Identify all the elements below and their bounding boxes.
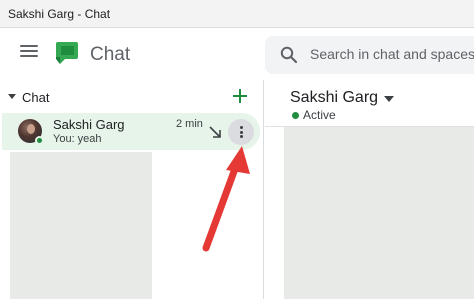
chat-section-header[interactable]: Chat — [0, 85, 264, 111]
menu-bar — [20, 50, 38, 52]
chat-item-preview: You: yeah — [53, 133, 102, 145]
chat-logo-icon — [56, 42, 78, 64]
conversation-title[interactable]: Sakshi Garg — [290, 89, 378, 107]
menu-bar — [20, 45, 38, 47]
window-titlebar: Sakshi Garg - Chat — [0, 0, 474, 28]
more-dot — [239, 135, 243, 138]
app-header: Chat — [0, 28, 474, 80]
conversation-status: Active — [303, 108, 336, 122]
chat-list-panel: Chat Sakshi Garg You: yeah 2 min — [0, 80, 264, 299]
search-box[interactable] — [265, 36, 474, 74]
conversation-panel: Sakshi Garg Active — [265, 80, 474, 299]
online-status-dot — [35, 136, 44, 145]
more-options-button[interactable] — [228, 119, 254, 145]
search-input[interactable] — [310, 46, 474, 62]
message-area-placeholder — [284, 127, 474, 299]
search-icon — [280, 46, 298, 64]
more-dot — [239, 130, 243, 134]
conversation-menu-caret-icon[interactable] — [384, 96, 394, 102]
menu-bar — [20, 55, 38, 57]
active-status-dot — [292, 112, 299, 119]
add-chat-icon[interactable] — [231, 87, 249, 105]
content-placeholder — [10, 152, 152, 299]
open-in-popup-icon[interactable] — [208, 125, 222, 139]
chat-section-label: Chat — [22, 90, 50, 105]
chat-list-item[interactable]: Sakshi Garg You: yeah 2 min — [2, 113, 260, 150]
avatar-face — [27, 124, 35, 134]
caret-down-icon — [8, 94, 16, 99]
app-name: Chat — [90, 44, 131, 65]
window-title: Sakshi Garg - Chat — [8, 7, 111, 21]
chat-item-time: 2 min — [176, 118, 203, 130]
more-dot — [239, 126, 243, 129]
main-menu-button[interactable] — [20, 44, 38, 58]
chat-item-name: Sakshi Garg — [53, 117, 125, 132]
